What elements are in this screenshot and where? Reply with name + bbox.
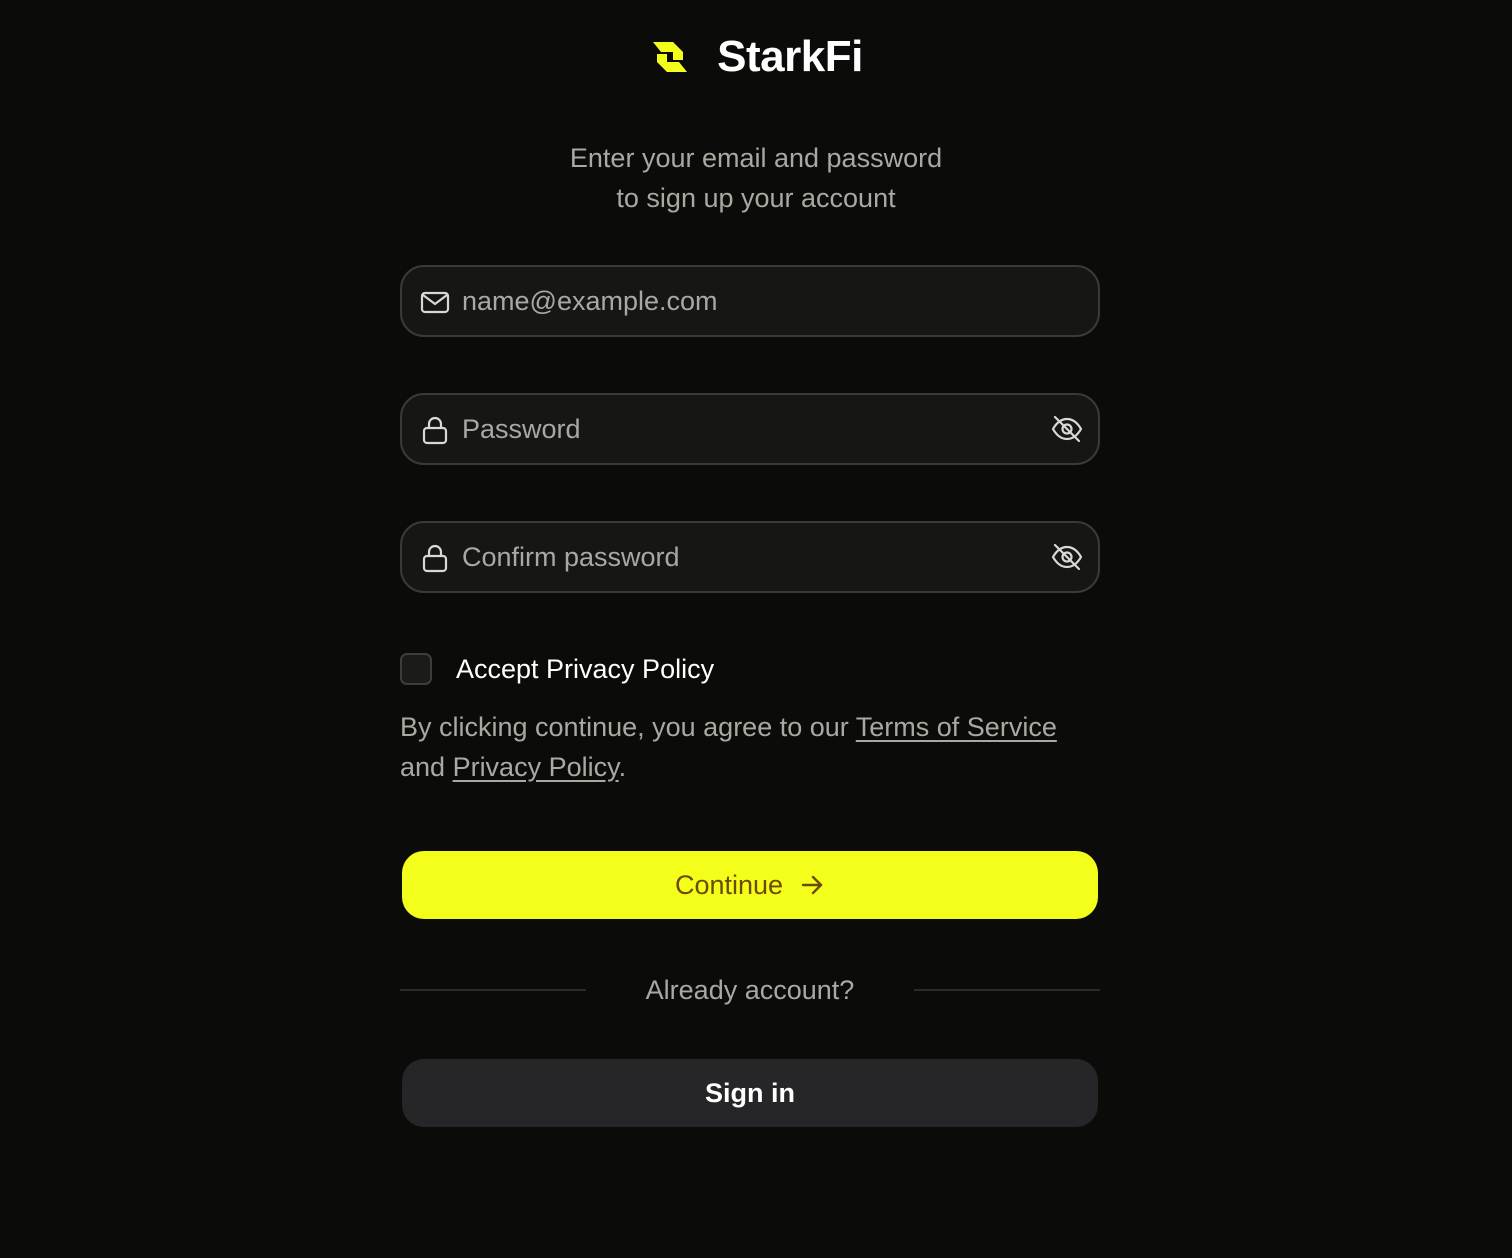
- signup-page: StarkFi Enter your email and password to…: [0, 0, 1512, 1258]
- privacy-policy-link[interactable]: Privacy Policy: [453, 752, 619, 782]
- password-field[interactable]: [462, 395, 1022, 463]
- lock-icon: [422, 544, 448, 573]
- sign-in-button-label: Sign in: [705, 1077, 795, 1108]
- legal-suffix: .: [618, 752, 627, 782]
- arrow-right-icon: [801, 875, 823, 895]
- brand-header: StarkFi: [0, 30, 1512, 84]
- already-account-divider: Already account?: [400, 970, 1100, 1010]
- signup-form: Accept Privacy Policy By clicking contin…: [400, 265, 1100, 1127]
- eye-off-icon[interactable]: [1050, 412, 1084, 446]
- accept-policy-row: Accept Privacy Policy: [400, 653, 714, 685]
- email-field-container: [400, 265, 1100, 337]
- accept-policy-label[interactable]: Accept Privacy Policy: [456, 653, 714, 685]
- accept-policy-checkbox[interactable]: [400, 653, 432, 685]
- continue-button[interactable]: Continue: [402, 851, 1098, 919]
- divider-text: Already account?: [645, 975, 855, 1005]
- eye-off-icon[interactable]: [1050, 540, 1084, 574]
- legal-prefix: By clicking continue, you agree to our: [400, 712, 856, 742]
- continue-button-label: Continue: [674, 869, 784, 900]
- password-field-container: [400, 393, 1100, 465]
- lock-icon: [422, 416, 448, 445]
- legal-text: By clicking continue, you agree to our T…: [400, 707, 1100, 787]
- email-field[interactable]: [462, 267, 1022, 335]
- page-subtitle: Enter your email and password to sign up…: [0, 138, 1512, 218]
- sign-in-button[interactable]: Sign in: [402, 1059, 1098, 1127]
- brand-name: StarkFi: [717, 32, 863, 81]
- starkfi-logo-icon: [653, 42, 688, 72]
- legal-middle: and: [400, 752, 453, 782]
- confirm-password-field[interactable]: [462, 523, 1022, 591]
- subtitle-line-2: to sign up your account: [616, 183, 896, 213]
- confirm-password-field-container: [400, 521, 1100, 593]
- subtitle-line-1: Enter your email and password: [569, 143, 943, 173]
- terms-of-service-link[interactable]: Terms of Service: [856, 712, 1057, 742]
- mail-icon: [420, 291, 450, 314]
